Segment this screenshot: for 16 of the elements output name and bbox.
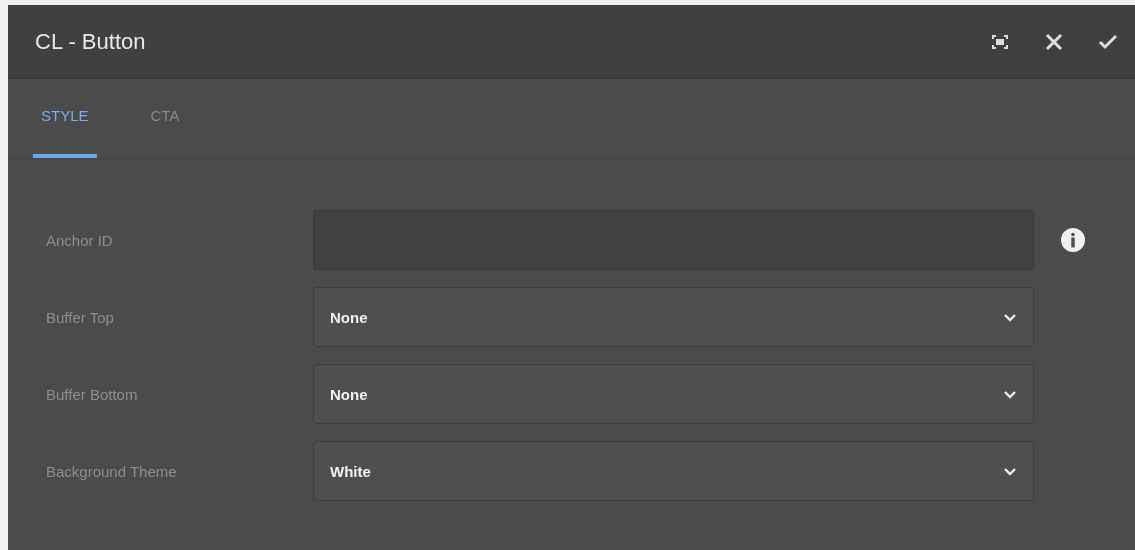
fullscreen-icon <box>991 33 1009 50</box>
field-label: Background Theme <box>46 462 178 480</box>
field-label: Buffer Top <box>46 308 115 326</box>
chevron-down-icon <box>1003 312 1017 322</box>
chevron-down-icon <box>1003 389 1017 399</box>
field-label: Buffer Bottom <box>46 385 139 403</box>
tab[interactable]: STYLE <box>33 79 97 158</box>
dropdown-select[interactable]: None <box>313 287 1034 347</box>
dropdown-select[interactable]: None <box>313 364 1034 424</box>
field-label: Anchor ID <box>46 231 114 249</box>
chevron-down-icon <box>1003 466 1017 476</box>
dialog-title: CL - Button <box>35 28 147 55</box>
close-icon <box>1045 32 1063 51</box>
info-icon[interactable] <box>1060 227 1086 253</box>
dropdown-select[interactable]: White <box>313 441 1034 501</box>
checkmark-icon <box>1098 33 1118 50</box>
